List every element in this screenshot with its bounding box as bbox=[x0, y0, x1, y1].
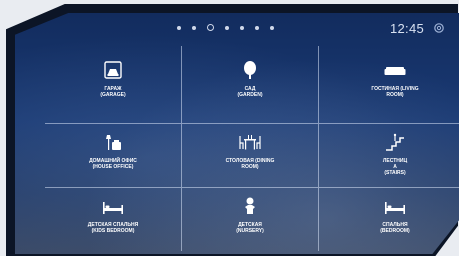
tree-icon bbox=[244, 61, 256, 79]
room-label: САД (GARDEN) bbox=[237, 86, 263, 98]
room-tile-garage[interactable]: ГАРАЖ (GARAGE) bbox=[45, 46, 182, 124]
page-indicator[interactable] bbox=[177, 24, 274, 31]
room-label: СТОЛОВАЯ (DINING ROOM) bbox=[225, 158, 275, 170]
sofa-icon bbox=[384, 67, 406, 75]
page-dot[interactable] bbox=[192, 25, 196, 30]
page-dot[interactable] bbox=[240, 25, 244, 30]
rooms-grid: ГАРАЖ (GARAGE) САД (GARDEN) ГОСТИНАЯ (LI… bbox=[45, 46, 459, 251]
room-label: ГОСТИНАЯ (LIVING ROOM) bbox=[371, 86, 419, 98]
page-dot[interactable] bbox=[270, 25, 274, 30]
room-label: ДОМАШНИЙ ОФИС (HOUSE OFFICE) bbox=[89, 158, 137, 170]
garage-icon bbox=[104, 61, 122, 79]
room-label: ДЕТСКАЯ (NURSERY) bbox=[236, 222, 264, 234]
dining-table-icon bbox=[239, 135, 261, 150]
desk-lamp-icon bbox=[106, 135, 121, 150]
room-tile-stairs[interactable]: ЛЕСТНИЦ А (STAIRS) bbox=[319, 124, 459, 188]
home-control-screen: 12:45 ГАРАЖ (GARAGE) САД (GARDEN) ГОСТИН… bbox=[15, 13, 459, 254]
page-dot[interactable] bbox=[255, 25, 259, 30]
room-label: ЛЕСТНИЦ А (STAIRS) bbox=[382, 158, 408, 176]
room-label: ГАРАЖ (GARAGE) bbox=[100, 86, 126, 98]
page-dot[interactable] bbox=[225, 25, 229, 30]
room-tile-house-office[interactable]: ДОМАШНИЙ ОФИС (HOUSE OFFICE) bbox=[45, 124, 182, 188]
room-label: ДЕТСКАЯ СПАЛЬНЯ (KIDS BEDROOM) bbox=[87, 222, 139, 234]
page-dot-active[interactable] bbox=[207, 24, 214, 31]
page-dot[interactable] bbox=[177, 25, 181, 30]
room-tile-bedroom[interactable]: СПАЛЬНЯ (BEDROOM) bbox=[319, 188, 459, 251]
room-tile-kids-bedroom[interactable]: ДЕТСКАЯ СПАЛЬНЯ (KIDS BEDROOM) bbox=[45, 188, 182, 251]
stairs-icon bbox=[386, 133, 404, 151]
baby-icon bbox=[245, 197, 255, 214]
bed-icon bbox=[103, 202, 123, 214]
room-tile-dining-room[interactable]: СТОЛОВАЯ (DINING ROOM) bbox=[182, 124, 319, 188]
room-tile-garden[interactable]: САД (GARDEN) bbox=[182, 46, 319, 124]
top-bar: 12:45 bbox=[15, 13, 459, 49]
room-tile-nursery[interactable]: ДЕТСКАЯ (NURSERY) bbox=[182, 188, 319, 251]
room-label: СПАЛЬНЯ (BEDROOM) bbox=[380, 222, 410, 234]
bed-icon bbox=[385, 202, 405, 214]
room-tile-living-room[interactable]: ГОСТИНАЯ (LIVING ROOM) bbox=[319, 46, 459, 124]
clock: 12:45 bbox=[390, 21, 425, 36]
gear-icon[interactable] bbox=[433, 22, 445, 34]
